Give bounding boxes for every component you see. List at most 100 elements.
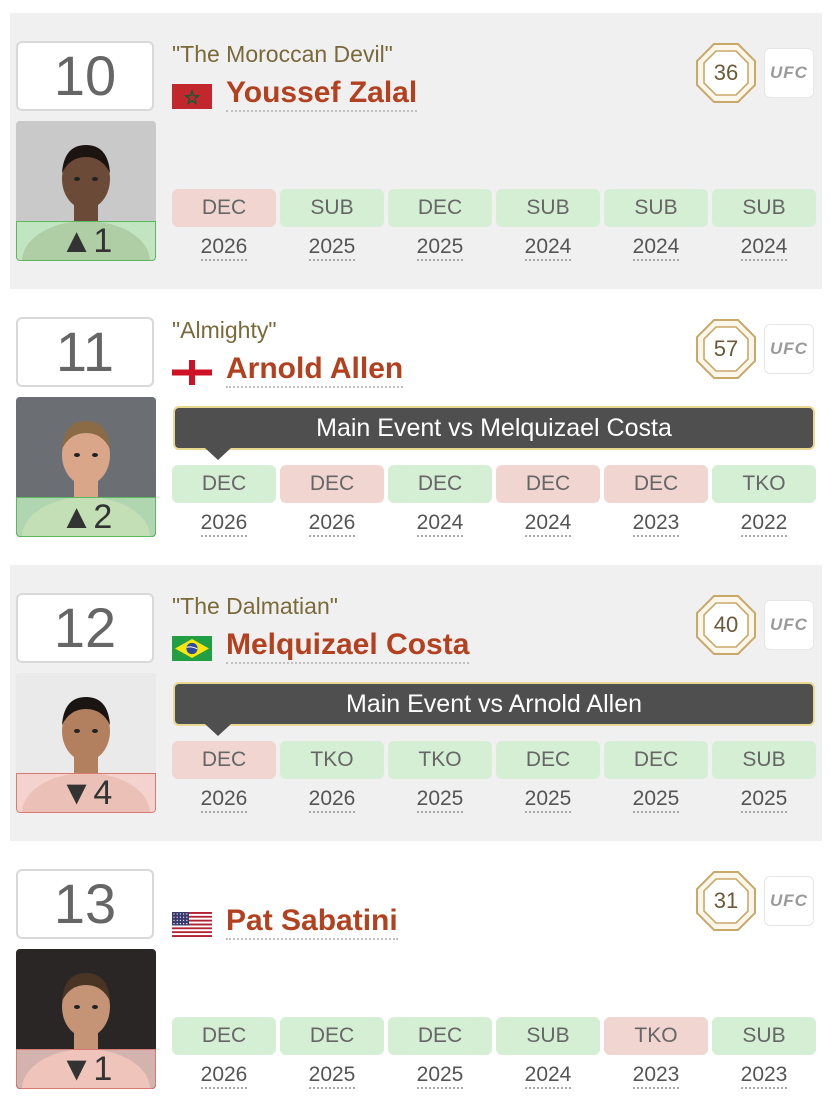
fight-result[interactable]: DEC 2024	[388, 465, 492, 537]
fight-result[interactable]: TKO 2023	[604, 1017, 708, 1089]
fight-result[interactable]: DEC 2026	[172, 189, 276, 261]
fight-method: SUB	[712, 741, 816, 779]
fighter-nickname: "The Moroccan Devil"	[172, 41, 393, 67]
fight-year-cell: 2026	[172, 511, 276, 537]
fight-year-cell: 2025	[712, 787, 816, 813]
fighter-name-link[interactable]: Pat Sabatini	[226, 904, 398, 940]
fight-year-cell: 2024	[496, 1063, 600, 1089]
fight-result[interactable]: DEC 2025	[280, 1017, 384, 1089]
fight-year: 2026	[200, 787, 248, 813]
fight-year: 2025	[308, 235, 356, 261]
fighter-nickname: "Almighty"	[172, 317, 277, 343]
ufc-logo: UFC	[764, 600, 814, 650]
fight-result[interactable]: DEC 2025	[388, 1017, 492, 1089]
octagon-score-badge: 57	[696, 319, 756, 379]
fight-history: DEC 2026 DEC 2026 DEC 2024 DEC 2024 DEC 2023 TKO 20…	[172, 465, 820, 545]
fight-result[interactable]: TKO 2026	[280, 741, 384, 813]
fight-result[interactable]: DEC 2025	[604, 741, 708, 813]
fight-result[interactable]: SUB 2024	[712, 189, 816, 261]
fight-tooltip: Main Event vs Arnold Allen	[173, 682, 815, 736]
rank-number: 12	[16, 593, 154, 663]
fight-method: SUB	[712, 189, 816, 227]
fighter-card: 11 ▲2 "Almighty" Arnold Allen 57 UFC DEC 2026 DE…	[10, 289, 822, 565]
fight-result[interactable]: TKO 2022	[712, 465, 816, 537]
fighter-photo[interactable]: ▼1	[16, 949, 156, 1089]
fight-result[interactable]: SUB 2025	[712, 741, 816, 813]
fight-result[interactable]: DEC 2025	[388, 189, 492, 261]
rank-number: 10	[16, 41, 154, 111]
fighter-card: 12 ▼4 "The Dalmatian" Melquizael Costa 40 UFC…	[10, 565, 822, 841]
fight-year: 2023	[740, 1063, 788, 1089]
fight-result[interactable]: SUB 2024	[496, 1017, 600, 1089]
fight-result[interactable]: DEC 2023	[604, 465, 708, 537]
fight-year: 2024	[740, 235, 788, 261]
octagon-score-value: 57	[713, 336, 739, 361]
octagon-score-value: 40	[713, 612, 739, 637]
fight-year: 2023	[632, 511, 680, 537]
fight-method: TKO	[388, 741, 492, 779]
fight-year-cell: 2023	[604, 511, 708, 537]
fight-method: SUB	[280, 189, 384, 227]
fight-year-cell: 2025	[388, 1063, 492, 1089]
fight-result[interactable]: DEC 2026	[172, 465, 276, 537]
fight-result[interactable]: SUB 2024	[604, 189, 708, 261]
fighter-photo[interactable]: ▲2	[16, 397, 156, 537]
fight-year: 2025	[524, 787, 572, 813]
fighter-name-link[interactable]: Youssef Zalal	[226, 76, 418, 112]
fight-result[interactable]: SUB 2025	[280, 189, 384, 261]
fighter-name-link[interactable]: Melquizael Costa	[226, 628, 470, 664]
fight-method: SUB	[604, 189, 708, 227]
fight-method: DEC	[496, 465, 600, 503]
octagon-score-value: 31	[713, 888, 739, 913]
fight-method: DEC	[388, 1017, 492, 1055]
octagon-score-badge: 31	[696, 871, 756, 931]
ufc-logo: UFC	[764, 324, 814, 374]
rank-change-badge: ▼1	[16, 1049, 156, 1089]
fighter-card: 13 ▼1 Pat Sabatini 31 UFC DEC 2026 DEC 2025 DEC 20…	[10, 841, 822, 1117]
usa-flag	[172, 912, 212, 937]
fight-year: 2024	[632, 235, 680, 261]
fight-method: TKO	[280, 741, 384, 779]
rank-change-badge: ▼4	[16, 773, 156, 813]
fight-result[interactable]: DEC 2024	[496, 465, 600, 537]
fight-year: 2026	[308, 787, 356, 813]
fight-year-cell: 2025	[388, 235, 492, 261]
fight-year: 2025	[308, 1063, 356, 1089]
fight-result[interactable]: DEC 2026	[172, 1017, 276, 1089]
fight-method: DEC	[172, 465, 276, 503]
fight-result[interactable]: TKO 2025	[388, 741, 492, 813]
fight-method: SUB	[712, 1017, 816, 1055]
fight-result[interactable]: DEC 2026	[280, 465, 384, 537]
rank-change-badge: ▲1	[16, 221, 156, 261]
fight-history: DEC 2026 TKO 2026 TKO 2025 DEC 2025 DEC 2025 SUB 20…	[172, 741, 820, 821]
fight-result[interactable]: SUB 2024	[496, 189, 600, 261]
morocco-flag	[172, 84, 212, 109]
fighter-photo[interactable]: ▼4	[16, 673, 156, 813]
ufc-logo: UFC	[764, 48, 814, 98]
fight-tooltip: Main Event vs Melquizael Costa	[173, 406, 815, 460]
fight-year-cell: 2024	[712, 235, 816, 261]
fight-year: 2026	[200, 511, 248, 537]
fight-result[interactable]: DEC 2026	[172, 741, 276, 813]
fighter-photo[interactable]: ▲1	[16, 121, 156, 261]
fighter-name-link[interactable]: Arnold Allen	[226, 352, 404, 388]
fight-year: 2025	[416, 1063, 464, 1089]
octagon-score-value: 36	[713, 60, 739, 85]
fight-result[interactable]: DEC 2025	[496, 741, 600, 813]
fight-year-cell: 2024	[388, 511, 492, 537]
fight-result[interactable]: SUB 2023	[712, 1017, 816, 1089]
fight-year-cell: 2026	[172, 1063, 276, 1089]
fight-method: DEC	[280, 465, 384, 503]
fight-year-cell: 2023	[604, 1063, 708, 1089]
fight-year-cell: 2026	[280, 511, 384, 537]
octagon-score-badge: 36	[696, 43, 756, 103]
fight-history: DEC 2026 DEC 2025 DEC 2025 SUB 2024 TKO 2023 SUB 20…	[172, 1017, 820, 1097]
fight-history: DEC 2026 SUB 2025 DEC 2025 SUB 2024 SUB 2024 SUB 20…	[172, 189, 820, 269]
fight-year: 2023	[632, 1063, 680, 1089]
fight-year: 2025	[416, 787, 464, 813]
fight-year-cell: 2025	[496, 787, 600, 813]
octagon-score-badge: 40	[696, 595, 756, 655]
fight-method: TKO	[604, 1017, 708, 1055]
rank-change-badge: ▲2	[16, 497, 156, 537]
fight-year-cell: 2026	[172, 787, 276, 813]
